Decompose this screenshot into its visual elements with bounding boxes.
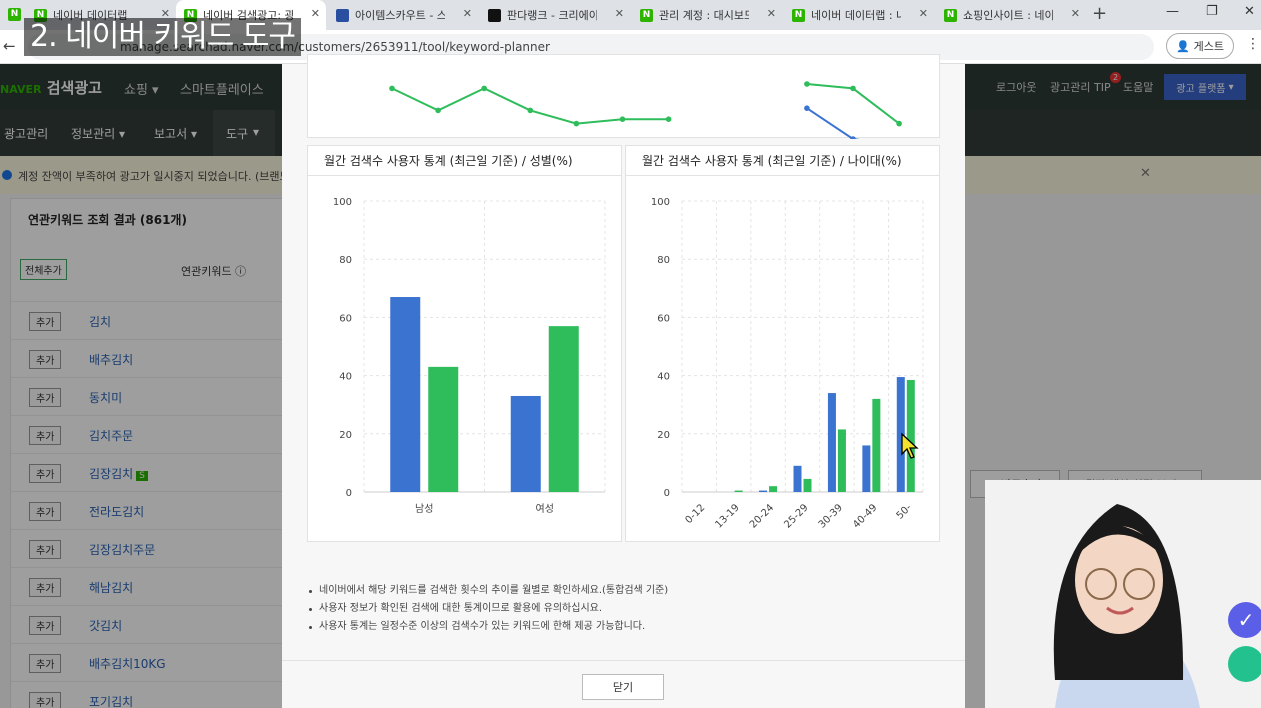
keyword-detail-modal: 02025-032025-042025-052025-062025-072025… [282,54,965,708]
y-tick-label: 60 [657,313,670,324]
naver-icon: N [8,8,21,21]
series-line [392,107,900,147]
data-point [896,120,902,127]
itemscout-icon [336,8,349,22]
monthly-trend-chart: 02025-032025-042025-052025-062025-072025… [348,81,920,176]
tab-close-icon[interactable]: ✕ [615,7,624,20]
tab-close-icon[interactable]: ✕ [463,7,472,20]
modal-footer-divider [282,660,965,661]
tab-label: 네이버 데이터랩 : 내 [811,9,901,22]
y-tick-label: 100 [333,197,352,208]
check-logo-icon: ✓ [1228,602,1261,638]
note-item: 사용자 정보가 확인된 검색에 대한 통계이므로 활용에 유의하십시요. [307,600,668,618]
notes-list: 네이버에서 해당 키워드를 검색한 횟수의 추이를 월별로 확인하세요.(통합검… [307,582,668,636]
presenter-image [985,480,1261,708]
data-point [619,116,626,122]
monthly-trend-card: 02025-032025-042025-052025-062025-072025… [307,54,940,176]
tab-close-icon[interactable]: ✕ [919,7,928,20]
minimize-icon[interactable]: — [1166,4,1179,19]
x-tick-label: 25-29 [782,502,810,530]
profile-icon: 👤 [1175,39,1190,53]
bar [769,486,778,492]
naver-icon: N [792,8,805,22]
y-tick-label: 0 [346,488,352,499]
data-point [389,85,395,92]
guest-label: 게스트 [1193,40,1225,53]
tab-label: 아이템스카우트 - 스 [355,9,445,22]
browser-tab[interactable]: 아이템스카우트 - 스 ✕ [328,0,478,30]
bar [390,297,421,492]
tab-label: 쇼핑인사이트 : 네이 [963,9,1053,22]
tab-label: 관리 계정 : 대시보드 [659,9,749,22]
maximize-icon[interactable]: ❐ [1206,4,1218,19]
x-tick-label: 50- [895,502,915,522]
back-icon[interactable]: ← [3,37,16,55]
data-point [481,85,487,92]
data-point [665,116,672,122]
x-tick-label: 여성 [536,503,554,515]
bar [510,395,541,492]
naver-icon: N [944,8,957,22]
y-tick-label: 80 [339,255,352,266]
tab-close-icon[interactable]: ✕ [1071,7,1080,20]
naver-icon: N [640,8,653,22]
bar [428,366,459,492]
x-tick-label: 남성 [415,503,433,515]
pandarank-icon [488,8,501,22]
bar [759,490,768,492]
x-tick-label: 13-19 [713,502,741,530]
data-point [573,120,580,127]
browser-tab[interactable]: N 관리 계정 : 대시보드 ✕ [632,0,782,30]
bar [872,398,881,492]
x-tick-label: 40-49 [851,502,879,530]
bar [793,465,802,492]
bar [862,445,871,492]
y-tick-label: 60 [339,313,352,324]
presenter-webcam [985,480,1261,708]
bar [827,393,836,492]
y-tick-label: 40 [657,372,670,383]
x-tick-label: 30-39 [817,502,845,530]
browser-tab[interactable]: 판다랭크 - 크리에이 ✕ [480,0,630,30]
note-item: 사용자 통계는 일정수준 이상의 검색수가 있는 키워드에 한해 제공 가능합니… [307,618,668,636]
video-title-overlay: 2. 네이버 키워드 도구 [24,18,302,56]
gender-bar-chart: 0 20 40 60 80 100 남성 여성 [333,197,606,515]
guest-profile-button[interactable]: 👤 게스트 [1166,33,1234,59]
new-tab-button[interactable]: + [1092,3,1107,24]
series-line [391,83,900,125]
bar [803,478,812,492]
tab-label: 판다랭크 - 크리에이 [507,9,597,22]
close-button[interactable]: 닫기 [582,674,664,700]
note-item: 네이버에서 해당 키워드를 검색한 횟수의 추이를 월별로 확인하세요.(통합검… [307,582,668,600]
mouse-cursor-icon [901,432,919,459]
y-tick-label: 20 [657,430,670,441]
data-point [850,85,856,92]
age-chart-card: 월간 검색수 사용자 통계 (최근일 기준) / 나이대(%) 0 20 40 60 8… [625,145,940,542]
y-tick-label: 40 [339,372,352,383]
tab-close-icon[interactable]: ✕ [311,7,320,20]
browser-tab[interactable]: N 네이버 데이터랩 : 내 ✕ [784,0,934,30]
bar [548,326,579,492]
y-tick-label: 20 [339,430,352,441]
data-point [804,105,810,111]
y-tick-label: 0 [664,488,670,499]
more-menu-icon[interactable]: ⋮ [1246,36,1260,52]
x-tick-label: 0-12 [684,502,708,526]
browser-tab[interactable]: N 쇼핑인사이트 : 네이 ✕ [936,0,1086,30]
y-tick-label: 80 [657,255,670,266]
bar [837,429,846,492]
bar [734,490,743,492]
age-bar-chart: 0 20 40 60 80 100 0-12 13-19 20-24 25-29 30-39 40-4… [651,197,924,531]
data-point [435,107,441,114]
avatar-logo-icon [1228,646,1261,682]
close-window-icon[interactable]: ✕ [1244,4,1255,19]
x-tick-label: 20-24 [748,502,776,530]
tab-close-icon[interactable]: ✕ [767,7,776,20]
data-point [804,81,810,87]
data-point [527,107,534,114]
y-tick-label: 100 [651,197,670,208]
gender-chart-card: 월간 검색수 사용자 통계 (최근일 기준) / 성별(%) 0 20 40 60 80… [307,145,622,542]
